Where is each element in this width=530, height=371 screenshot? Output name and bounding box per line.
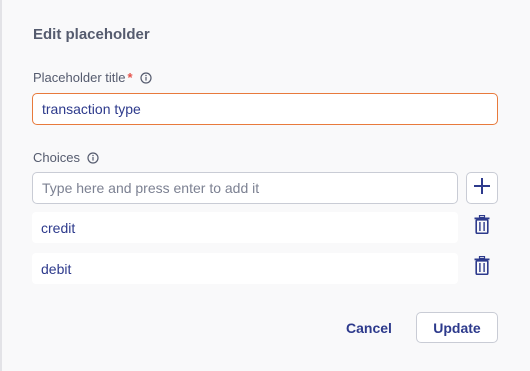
placeholder-title-label-row: Placeholder title * — [33, 70, 152, 85]
choice-input-placeholder: Type here and press enter to add it — [42, 180, 260, 196]
trash-icon — [474, 214, 490, 239]
plus-icon — [473, 177, 491, 200]
trash-icon — [474, 255, 490, 280]
update-button[interactable]: Update — [416, 312, 498, 343]
choices-label: Choices — [33, 150, 80, 165]
choices-label-row: Choices — [33, 150, 99, 165]
left-edge-divider — [0, 0, 2, 371]
choice-item: debit — [32, 253, 458, 284]
add-choice-button[interactable] — [466, 172, 498, 204]
delete-choice-button[interactable] — [472, 214, 492, 239]
dialog-title: Edit placeholder — [33, 26, 150, 43]
placeholder-title-input[interactable]: transaction type — [32, 93, 498, 125]
choice-item-label: debit — [41, 260, 72, 277]
choice-item-label: credit — [41, 219, 76, 236]
delete-choice-button[interactable] — [472, 255, 492, 280]
info-icon[interactable] — [87, 151, 99, 164]
cancel-button[interactable]: Cancel — [338, 314, 400, 342]
placeholder-title-value: transaction type — [42, 101, 141, 117]
info-icon[interactable] — [139, 71, 152, 84]
placeholder-title-label: Placeholder title — [33, 70, 126, 85]
choice-input[interactable]: Type here and press enter to add it — [32, 172, 458, 204]
required-marker: * — [127, 70, 133, 85]
choice-item: credit — [32, 212, 458, 243]
